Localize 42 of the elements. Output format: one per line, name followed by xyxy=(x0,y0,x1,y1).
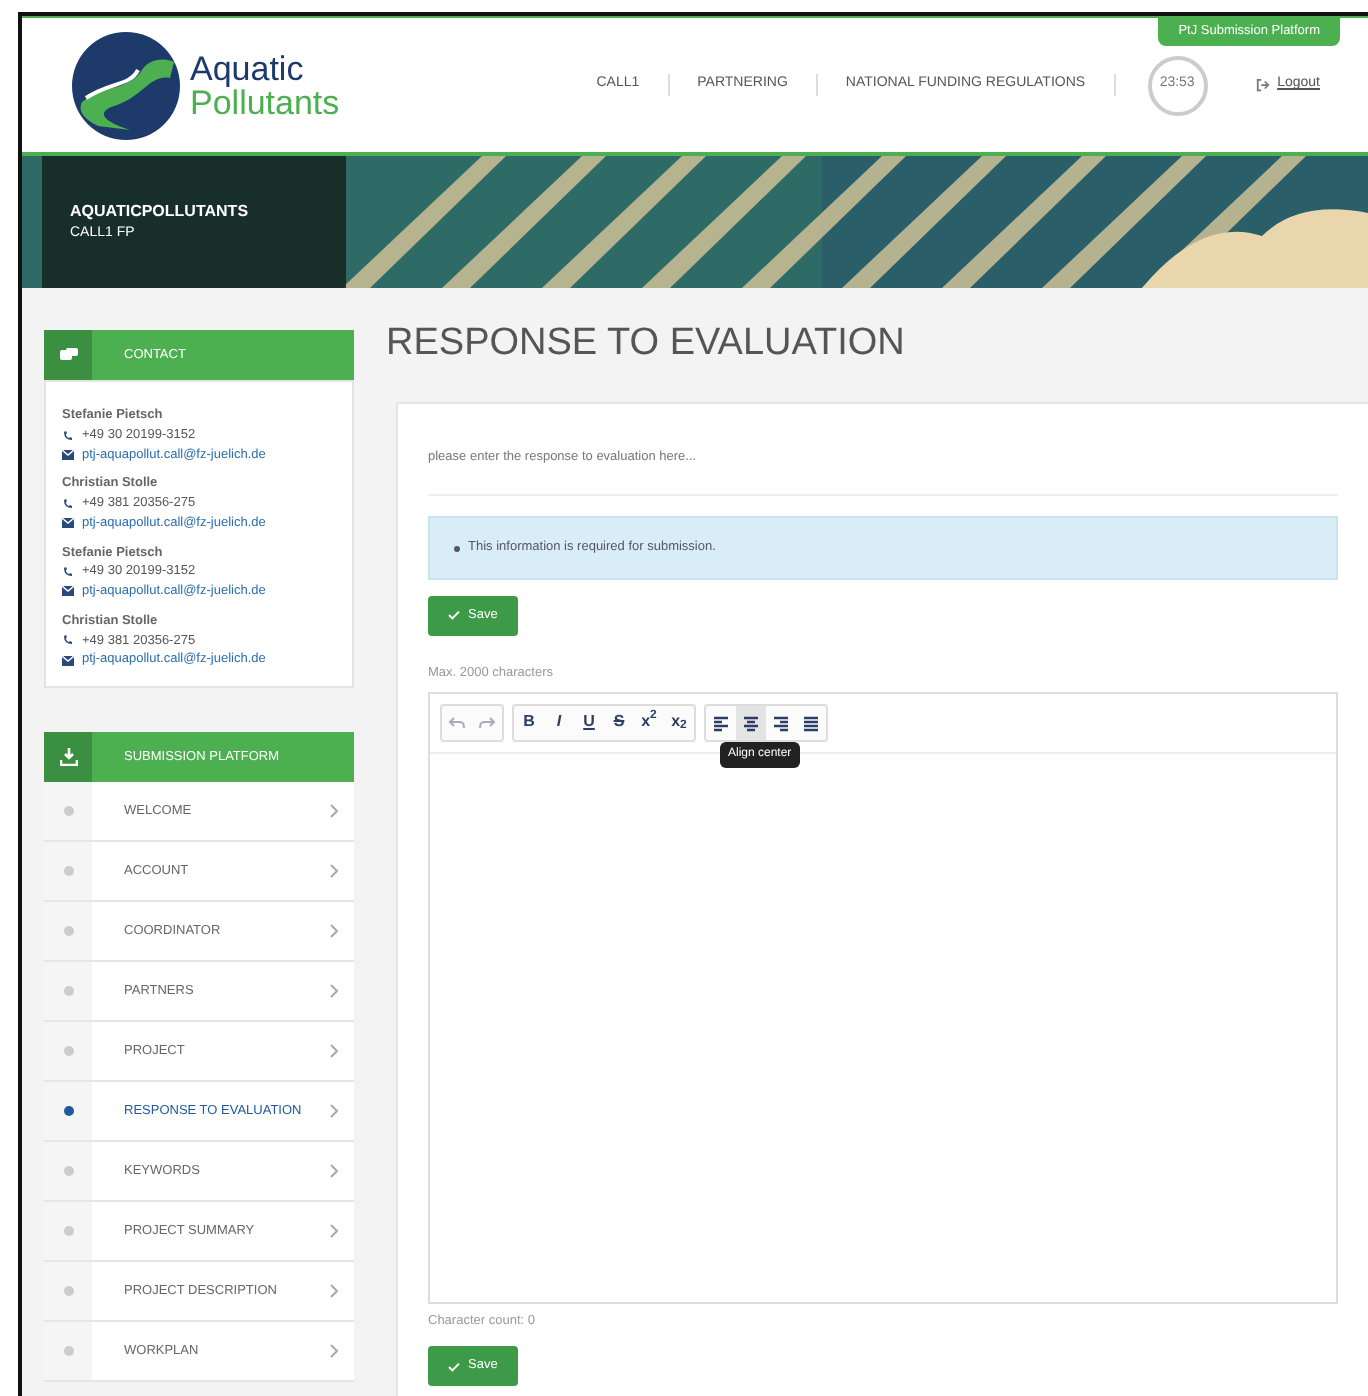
chevron-icon xyxy=(330,1284,338,1298)
page-title: RESPONSE TO EVALUATION xyxy=(386,320,907,368)
align-left-icon xyxy=(712,713,730,731)
chevron-icon xyxy=(330,804,338,818)
banner-title: AQUATICPOLLUTANTS xyxy=(70,200,251,224)
toolbar-button[interactable]: U xyxy=(574,705,604,739)
toolbar-button[interactable]: S xyxy=(604,705,634,739)
phone-icon xyxy=(62,566,74,579)
chevron-icon xyxy=(330,1344,338,1358)
align-right-icon xyxy=(772,713,790,731)
toolbar-button[interactable]: x$^{2}$ xyxy=(634,705,664,739)
logout-icon xyxy=(1255,78,1270,92)
envelope-icon xyxy=(62,655,74,666)
logo-text: Aquatic xyxy=(190,51,306,85)
check-icon xyxy=(448,610,460,621)
logo-icon xyxy=(70,29,182,141)
chevron-icon xyxy=(330,924,338,938)
redo-icon xyxy=(478,713,496,731)
chevron-icon xyxy=(330,1044,338,1058)
toolbar-button[interactable]: B xyxy=(514,705,544,739)
chevron-icon xyxy=(330,984,338,998)
toolbar-button[interactable] xyxy=(736,705,766,739)
toolbar-button[interactable]: x$_{2}$ xyxy=(664,705,694,739)
envelope-icon xyxy=(62,518,74,529)
download-icon xyxy=(59,748,77,766)
chevron-icon xyxy=(330,1224,338,1238)
phone-icon xyxy=(62,429,74,442)
chevron-icon xyxy=(330,1164,338,1178)
chevron-icon xyxy=(330,1104,338,1118)
check-icon xyxy=(448,1361,460,1372)
bullet-icon xyxy=(454,545,460,552)
phone-icon xyxy=(62,497,74,510)
phone-icon xyxy=(62,634,74,647)
chat-icon xyxy=(59,348,77,362)
toolbar-button[interactable]: I xyxy=(544,705,574,739)
justify-icon xyxy=(802,713,820,731)
align-center-icon xyxy=(742,713,760,731)
chevron-icon xyxy=(330,864,338,878)
undo-icon xyxy=(448,713,466,731)
envelope-icon xyxy=(62,449,74,460)
logo-text: Pollutants xyxy=(190,85,340,119)
envelope-icon xyxy=(62,586,74,597)
